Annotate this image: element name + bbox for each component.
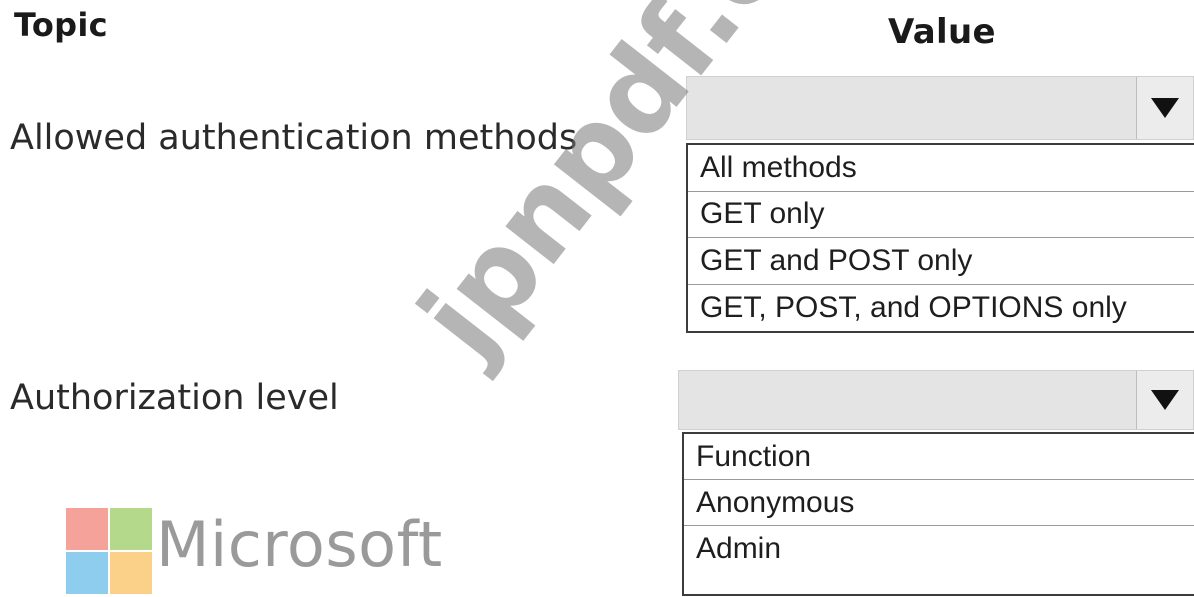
option-function[interactable]: Function bbox=[684, 434, 1194, 480]
option-get-only[interactable]: GET only bbox=[688, 192, 1194, 238]
dropdown-arrow-icon bbox=[1151, 390, 1179, 410]
logo-square-red bbox=[66, 508, 108, 550]
value-column-header: Value bbox=[888, 12, 996, 52]
option-all-methods[interactable]: All methods bbox=[688, 145, 1194, 192]
dropdown-arrow-icon bbox=[1151, 98, 1179, 118]
microsoft-logo-icon bbox=[66, 508, 152, 594]
microsoft-wordmark: Microsoft bbox=[156, 508, 443, 581]
dropdown-button[interactable] bbox=[1136, 77, 1193, 139]
option-anonymous[interactable]: Anonymous bbox=[684, 480, 1194, 526]
logo-square-blue bbox=[66, 552, 108, 594]
logo-square-green bbox=[110, 508, 152, 550]
authorization-level-options: Function Anonymous Admin bbox=[682, 432, 1194, 596]
option-get-and-post-only[interactable]: GET and POST only bbox=[688, 238, 1194, 285]
option-get-post-options-only[interactable]: GET, POST, and OPTIONS only bbox=[688, 285, 1194, 332]
authentication-methods-select[interactable] bbox=[686, 76, 1194, 140]
option-admin[interactable]: Admin bbox=[684, 526, 1194, 572]
authentication-methods-label: Allowed authentication methods bbox=[10, 118, 578, 158]
authorization-level-select[interactable] bbox=[678, 370, 1194, 430]
dropdown-button[interactable] bbox=[1136, 371, 1193, 429]
logo-square-yellow bbox=[110, 552, 152, 594]
authorization-level-label: Authorization level bbox=[10, 378, 339, 418]
topic-column-header: Topic bbox=[14, 6, 108, 44]
authentication-methods-options: All methods GET only GET and POST only G… bbox=[686, 143, 1194, 333]
